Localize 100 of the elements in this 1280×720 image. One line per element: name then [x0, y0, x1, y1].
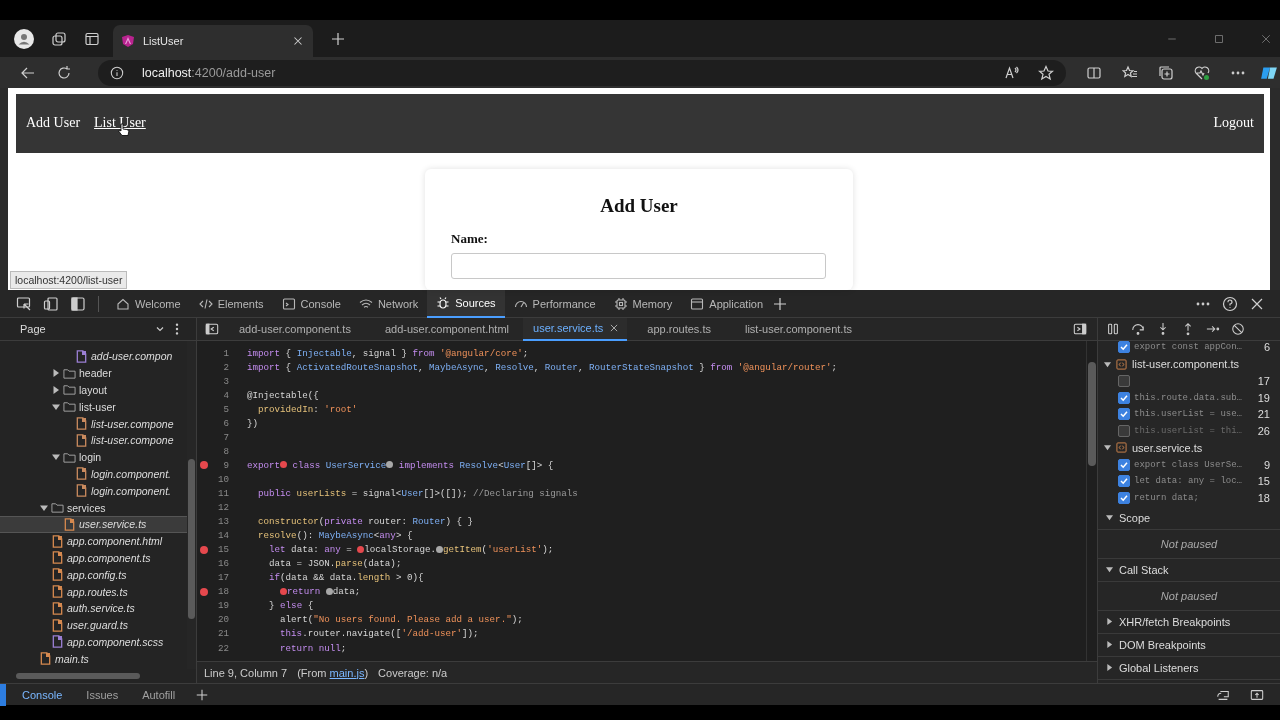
file-item[interactable]: login.component. [0, 465, 187, 483]
dock-drawer-icon[interactable] [1250, 687, 1264, 702]
inspect-icon[interactable] [16, 295, 32, 312]
collapsed-arrow-icon[interactable] [52, 369, 60, 378]
devtools-tab[interactable]: Network [349, 289, 428, 318]
name-input[interactable] [451, 252, 826, 279]
file-tab[interactable]: user.service.ts [523, 317, 628, 341]
folder-item[interactable]: header [0, 364, 187, 382]
file-item[interactable]: app.config.ts [0, 566, 187, 584]
collections-icon[interactable] [1158, 64, 1174, 81]
tab-actions-icon[interactable] [84, 30, 100, 47]
file-item[interactable]: app.component.ts [0, 549, 187, 567]
drawer-tab[interactable]: Issues [74, 683, 127, 706]
pause-icon[interactable] [1106, 322, 1120, 336]
collapsed-arrow-icon[interactable] [1106, 618, 1113, 625]
file-item[interactable]: main.ts [0, 650, 187, 668]
checkbox[interactable] [1118, 341, 1130, 354]
file-item[interactable]: app.component.html [0, 532, 187, 550]
expanded-arrow-icon[interactable] [52, 453, 60, 462]
folder-item[interactable]: services [0, 499, 187, 516]
section-header[interactable]: Scope [1098, 506, 1280, 530]
file-item[interactable]: add-user.compon [0, 348, 187, 365]
panel-toggle-icon[interactable] [1073, 322, 1087, 336]
add-tab-icon[interactable] [195, 687, 210, 702]
dock-icon[interactable] [70, 295, 86, 312]
new-tab-icon[interactable] [330, 30, 346, 47]
file-item[interactable]: app.routes.ts [0, 583, 187, 600]
breakpoint-file[interactable]: user.service.ts [1098, 439, 1280, 457]
section-header[interactable]: Global Listeners [1098, 656, 1280, 680]
folder-item[interactable]: layout [0, 381, 187, 399]
source-link[interactable]: main.js [329, 666, 365, 679]
add-tab-icon[interactable] [772, 295, 789, 312]
expanded-arrow-icon[interactable] [1104, 360, 1111, 368]
file-tab[interactable]: add-user.component.html [364, 317, 524, 341]
star-icon[interactable] [1038, 64, 1054, 81]
address-bar[interactable]: localhost:4200/add-user [98, 59, 1066, 86]
logout-link[interactable]: Logout [1213, 115, 1254, 132]
step-over-icon[interactable] [1131, 322, 1145, 336]
breakpoint-icon[interactable] [200, 587, 208, 596]
breakpoint-icon[interactable] [200, 545, 208, 554]
maximize-icon[interactable] [1213, 32, 1225, 45]
folder-item[interactable]: list-user [0, 398, 187, 416]
expanded-arrow-icon[interactable] [1104, 444, 1111, 452]
breakpoint-file[interactable]: list-user.component.ts [1098, 355, 1280, 373]
file-item[interactable]: login.component. [0, 482, 187, 500]
refresh-icon[interactable] [56, 64, 72, 81]
folder-item[interactable]: login [0, 448, 187, 466]
device-icon[interactable] [43, 295, 59, 312]
devtools-tab[interactable]: Welcome [107, 289, 190, 318]
sidebar-toggle-icon[interactable] [205, 322, 219, 336]
devtools-tab[interactable]: Sources [427, 289, 505, 318]
deactivate-breakpoints-icon[interactable] [1231, 322, 1245, 336]
collapsed-arrow-icon[interactable] [52, 386, 60, 394]
file-item[interactable]: user.guard.ts [0, 616, 187, 634]
file-item[interactable]: user.service.ts [0, 515, 187, 533]
nav-link[interactable]: Add User [26, 115, 81, 132]
devtools-tab[interactable]: Console [272, 289, 350, 318]
collapsed-arrow-icon[interactable] [1106, 641, 1113, 648]
read-aloud-icon[interactable] [1004, 64, 1020, 81]
drawer-tab[interactable]: Autofill [130, 683, 184, 706]
file-tab[interactable]: add-user.component.ts [219, 317, 365, 341]
checkbox[interactable] [1118, 458, 1130, 471]
section-header[interactable]: DOM Breakpoints [1098, 633, 1280, 657]
breakpoint-code: return data; [1134, 493, 1200, 504]
collapsed-arrow-icon[interactable] [1106, 664, 1113, 671]
workspaces-icon[interactable] [51, 30, 67, 47]
drawer-tab[interactable]: Console [0, 683, 71, 706]
file-tab[interactable]: app.routes.ts [627, 317, 725, 341]
expanded-arrow-icon[interactable] [1106, 566, 1113, 573]
info-icon[interactable] [110, 65, 124, 80]
devtools-tab[interactable]: Performance [504, 289, 605, 318]
checkbox[interactable] [1118, 375, 1130, 388]
browser-tab[interactable]: ListUser [113, 25, 313, 57]
checkbox[interactable] [1118, 408, 1130, 421]
close-icon[interactable] [609, 323, 620, 333]
breakpoint-icon[interactable] [200, 461, 208, 470]
file-item[interactable]: list-user.compone [0, 432, 187, 449]
checkbox[interactable] [1118, 492, 1130, 505]
expanded-arrow-icon[interactable] [52, 402, 60, 411]
scrollbar[interactable] [1086, 341, 1097, 661]
profile-avatar[interactable] [14, 28, 34, 49]
file-item[interactable]: list-user.compone [0, 415, 187, 432]
help-icon[interactable] [1222, 295, 1238, 312]
expanded-arrow-icon[interactable] [40, 503, 48, 512]
devtools-tab[interactable]: Application [681, 289, 773, 318]
page-dropdown[interactable]: Page [0, 323, 170, 335]
split-screen-icon[interactable] [1086, 64, 1102, 81]
expanded-arrow-icon[interactable] [1106, 514, 1113, 521]
section-header[interactable]: XHR/fetch Breakpoints [1098, 610, 1280, 634]
section-header[interactable]: Call Stack [1098, 558, 1280, 582]
file-tab[interactable]: list-user.component.ts [724, 317, 866, 341]
file-item[interactable]: auth.service.ts [0, 599, 187, 617]
checkbox[interactable] [1118, 475, 1130, 488]
checkbox[interactable] [1118, 391, 1130, 404]
devtools-tab[interactable]: Elements [189, 289, 273, 318]
checkbox[interactable] [1118, 425, 1130, 438]
breakpoint-code: export class UserSe… [1134, 459, 1244, 470]
file-item[interactable]: app.component.scss [0, 633, 187, 651]
devtools-tab[interactable]: Memory [604, 289, 682, 318]
heart-pulse-icon[interactable] [1194, 64, 1210, 81]
